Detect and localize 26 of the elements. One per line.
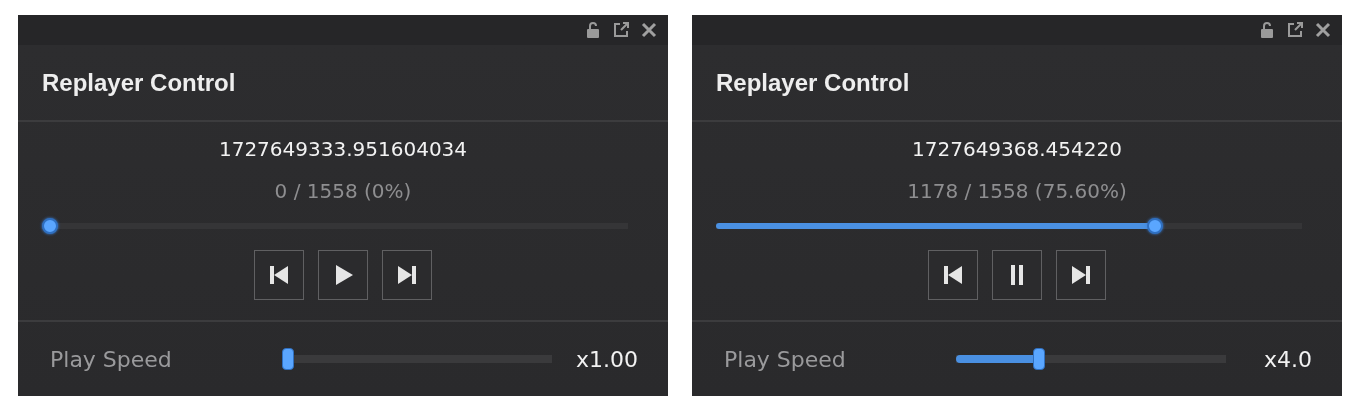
speed-value: x4.0 [1264, 346, 1312, 372]
panel-title: Replayer Control [716, 68, 910, 97]
lock-icon[interactable] [584, 21, 602, 39]
popout-icon[interactable] [1286, 21, 1304, 39]
progress-handle[interactable] [42, 218, 58, 234]
speed-thumb[interactable] [1033, 348, 1046, 370]
close-icon[interactable] [1314, 21, 1332, 39]
panel-title: Replayer Control [42, 68, 236, 97]
next-button[interactable] [1056, 250, 1106, 300]
progress-handle[interactable] [1146, 218, 1163, 234]
previous-button[interactable] [254, 250, 304, 300]
speed-thumb[interactable] [282, 348, 294, 370]
previous-button[interactable] [928, 250, 978, 300]
lock-icon[interactable] [1258, 21, 1276, 39]
popout-icon[interactable] [612, 21, 630, 39]
timestamp-text: 1727649368.454220 [912, 136, 1122, 163]
close-icon[interactable] [640, 21, 658, 39]
speed-value: x1.00 [576, 346, 638, 372]
progress-text: 0 / 1558 (0%) [274, 178, 412, 205]
play-pause-button[interactable] [992, 250, 1042, 300]
play-pause-button[interactable] [318, 250, 368, 300]
timestamp-text: 1727649333.951604034 [218, 136, 468, 163]
progress-text: 1178 / 1558 (75.60%) [907, 178, 1127, 205]
next-button[interactable] [382, 250, 432, 300]
speed-label: Play Speed [50, 346, 173, 372]
speed-label: Play Speed [724, 346, 847, 372]
